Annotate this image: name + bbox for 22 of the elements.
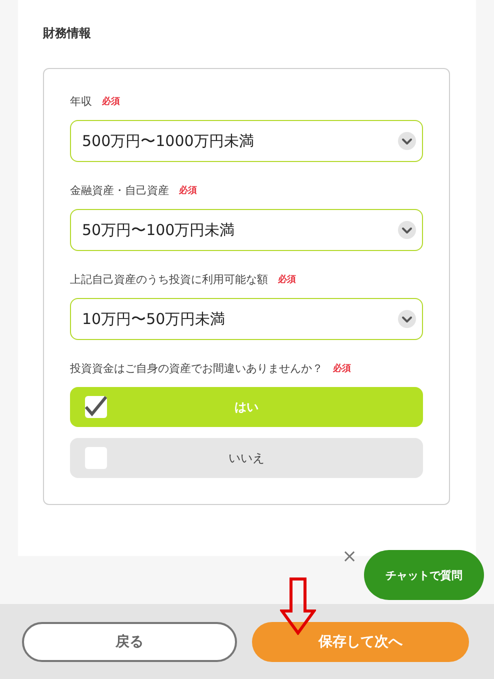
required-tag: 必須 xyxy=(333,362,351,374)
required-tag: 必須 xyxy=(102,94,120,108)
chevron-down-icon xyxy=(398,132,416,150)
select-field[interactable]: 10万円〜50万円未満 xyxy=(70,298,423,340)
chat-button[interactable]: チャットで質問 xyxy=(364,550,484,600)
required-tag: 必須 xyxy=(278,272,296,286)
select-field[interactable]: 500万円〜1000万円未満 xyxy=(70,120,423,162)
checkbox-icon xyxy=(85,396,107,418)
field-label: 年収 xyxy=(70,94,92,108)
field-label: 上記自己資産のうち投資に利用可能な額 xyxy=(70,272,268,286)
field-label: 金融資産・自己資産 xyxy=(70,182,169,198)
section-title: 財務情報 xyxy=(43,25,92,42)
choice-option[interactable]: いいえ xyxy=(70,438,423,478)
question-label: 投資資金はご自身の資産でお間違いありませんか？ xyxy=(70,360,323,376)
close-button[interactable]: × xyxy=(342,548,358,566)
select-field[interactable]: 50万円〜100万円未満 xyxy=(70,209,423,251)
chevron-down-icon xyxy=(398,221,416,239)
down-arrow-annotation xyxy=(280,577,316,635)
required-tag: 必須 xyxy=(179,184,197,196)
checkbox-icon xyxy=(85,447,107,469)
chevron-down-icon xyxy=(398,310,416,328)
back-button[interactable]: 戻る xyxy=(22,622,237,662)
